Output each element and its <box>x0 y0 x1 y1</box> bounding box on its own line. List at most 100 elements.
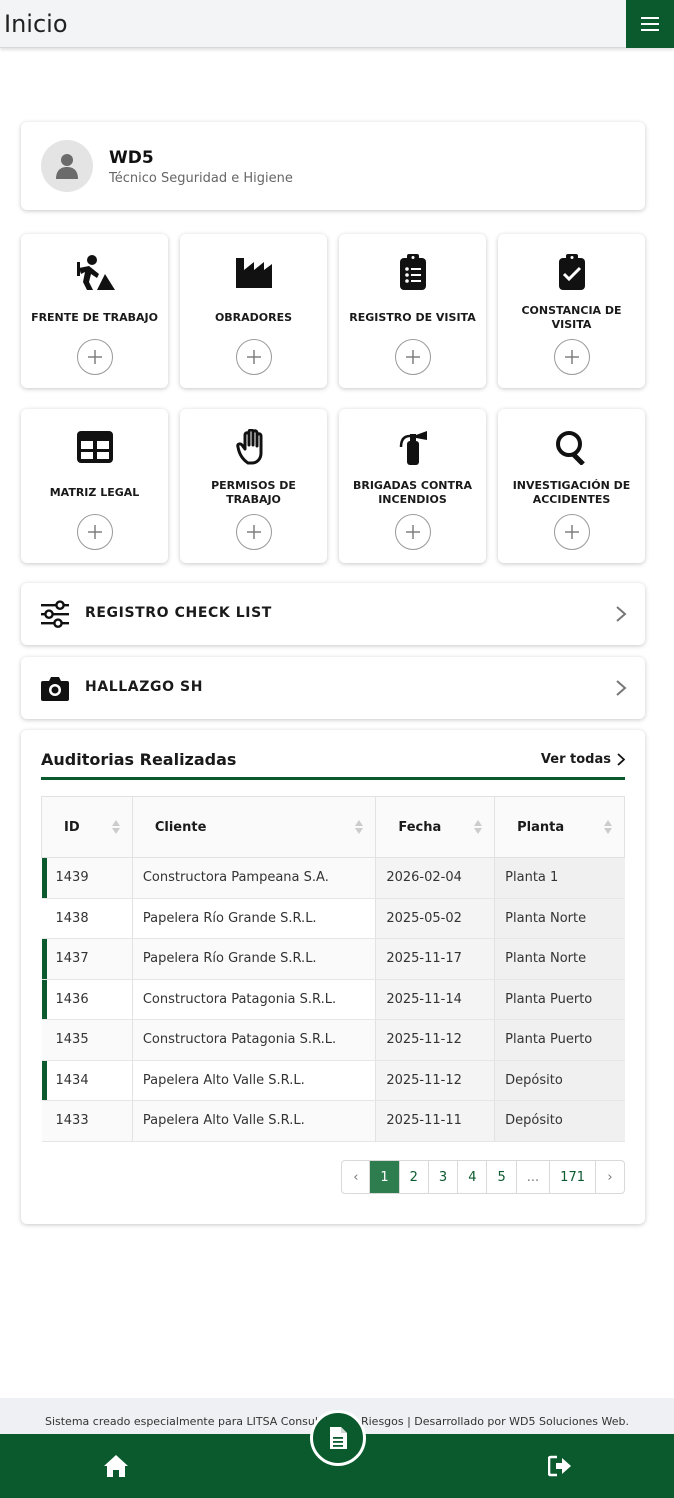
hallazgo-sh-row[interactable]: HALLAZGO SH <box>21 657 645 719</box>
page-prev-button[interactable]: ‹ <box>342 1161 371 1193</box>
tile-brigadas-contra-incendios[interactable]: BRIGADAS CONTRA INCENDIOS <box>339 409 486 563</box>
table-row[interactable]: 1438 Papelera Río Grande S.R.L. 2025-05-… <box>41 898 625 939</box>
user-name: WD5 <box>109 148 154 168</box>
view-all-link[interactable]: Ver todas <box>541 752 625 767</box>
cell-fecha: 2025-11-14 <box>375 979 496 1020</box>
table-row[interactable]: 1435 Constructora Patagonia S.R.L. 2025-… <box>41 1019 625 1061</box>
clipboard-list-icon <box>399 254 426 290</box>
sort-icon <box>355 820 364 834</box>
logout-icon[interactable] <box>548 1455 572 1477</box>
registro-check-list-row[interactable]: REGISTRO CHECK LIST <box>21 583 645 645</box>
plus-icon <box>565 525 579 539</box>
cell-id: 1439 <box>41 857 133 899</box>
page-1-button[interactable]: 1 <box>370 1161 400 1193</box>
column-header-cliente[interactable]: Cliente <box>131 796 377 858</box>
table-row[interactable]: 1433 Papelera Alto Valle S.R.L. 2025-11-… <box>41 1100 625 1142</box>
add-permisos-de-trabajo-button[interactable] <box>236 514 272 550</box>
top-bar: Inicio <box>0 0 674 48</box>
add-obradores-button[interactable] <box>236 339 272 375</box>
table-row[interactable]: 1439 Constructora Pampeana S.A. 2026-02-… <box>41 857 625 899</box>
camera-icon <box>41 677 69 701</box>
audits-card: Auditorias Realizadas Ver todas ID Clien… <box>21 730 645 1224</box>
cell-planta: Planta Puerto <box>494 979 625 1020</box>
tile-frente-de-trabajo[interactable]: FRENTE DE TRABAJO <box>21 234 168 388</box>
page-171-button[interactable]: 171 <box>550 1161 596 1193</box>
cell-planta: Planta Norte <box>494 898 625 939</box>
cell-cliente: Papelera Río Grande S.R.L. <box>132 938 377 980</box>
page-title: Inicio <box>4 10 68 38</box>
pagination: ‹ 1 2 3 4 5 ... 171 › <box>341 1160 625 1194</box>
add-matriz-legal-button[interactable] <box>77 514 113 550</box>
plus-icon <box>406 350 420 364</box>
cell-id: 1434 <box>41 1060 133 1101</box>
add-constancia-de-visita-button[interactable] <box>554 339 590 375</box>
industry-icon <box>235 258 272 288</box>
cell-id: 1437 <box>41 938 133 980</box>
add-brigadas-contra-incendios-button[interactable] <box>395 514 431 550</box>
tile-constancia-de-visita[interactable]: CONSTANCIA DE VISITA <box>498 234 645 388</box>
tile-investigacion-de-accidentes[interactable]: INVESTIGACIÓN DE ACCIDENTES <box>498 409 645 563</box>
cell-cliente: Constructora Patagonia S.R.L. <box>132 1019 377 1061</box>
page-3-button[interactable]: 3 <box>429 1161 459 1193</box>
page-5-button[interactable]: 5 <box>487 1161 517 1193</box>
view-all-label: Ver todas <box>540 752 611 767</box>
tile-registro-de-visita[interactable]: REGISTRO DE VISITA <box>339 234 486 388</box>
add-investigacion-de-accidentes-button[interactable] <box>554 514 590 550</box>
tile-label: PERMISOS DE TRABAJO <box>211 479 296 506</box>
tile-label: BRIGADAS CONTRA INCENDIOS <box>352 479 472 506</box>
column-header-fecha[interactable]: Fecha <box>375 796 496 858</box>
sliders-icon <box>41 600 69 628</box>
fire-extinguisher-icon <box>399 431 427 465</box>
plus-icon <box>565 350 579 364</box>
cell-cliente: Papelera Alto Valle S.R.L. <box>132 1060 377 1101</box>
column-header-planta[interactable]: Planta <box>494 796 625 858</box>
cell-planta: Planta 1 <box>494 857 625 899</box>
cell-id: 1435 <box>41 1019 133 1061</box>
page-2-button[interactable]: 2 <box>400 1161 429 1193</box>
audits-title: Auditorias Realizadas <box>41 750 237 769</box>
cell-planta: Depósito <box>494 1100 625 1142</box>
cell-fecha: 2025-05-02 <box>375 898 496 939</box>
cell-id: 1433 <box>41 1100 133 1142</box>
plus-icon <box>247 525 261 539</box>
column-header-id[interactable]: ID <box>41 796 133 858</box>
home-icon[interactable] <box>103 1454 129 1478</box>
table-icon <box>76 431 113 463</box>
cell-fecha: 2025-11-17 <box>375 938 496 980</box>
sort-icon <box>111 820 120 834</box>
table-row[interactable]: 1437 Papelera Río Grande S.R.L. 2025-11-… <box>41 938 625 980</box>
list-row-label: HALLAZGO SH <box>85 679 204 695</box>
cell-planta: Depósito <box>494 1060 625 1101</box>
sort-icon <box>474 820 483 834</box>
cell-cliente: Papelera Río Grande S.R.L. <box>132 898 377 939</box>
page-4-button[interactable]: 4 <box>458 1161 488 1193</box>
cell-fecha: 2026-02-04 <box>375 857 496 899</box>
hamburger-icon <box>641 17 659 31</box>
cell-fecha: 2025-11-12 <box>375 1019 496 1061</box>
cell-planta: Planta Norte <box>494 938 625 980</box>
user-icon <box>56 154 78 179</box>
tile-matriz-legal[interactable]: MATRIZ LEGAL <box>21 409 168 563</box>
hand-icon <box>235 429 262 465</box>
table-row[interactable]: 1436 Constructora Patagonia S.R.L. 2025-… <box>41 979 625 1020</box>
audits-table: ID Cliente Fecha Planta 1439 Constructor… <box>41 796 625 1142</box>
tile-permisos-de-trabajo[interactable]: PERMISOS DE TRABAJO <box>180 409 327 563</box>
menu-button[interactable] <box>626 0 674 48</box>
page-next-button[interactable]: › <box>596 1161 624 1193</box>
clipboard-check-icon <box>558 254 585 290</box>
table-row[interactable]: 1434 Papelera Alto Valle S.R.L. 2025-11-… <box>41 1060 625 1101</box>
file-icon <box>330 1427 347 1449</box>
profile-card: WD5 Técnico Seguridad e Higiene <box>21 122 645 210</box>
cell-planta: Planta Puerto <box>494 1019 625 1061</box>
worker-icon <box>76 255 115 290</box>
add-registro-de-visita-button[interactable] <box>395 339 431 375</box>
plus-icon <box>247 350 261 364</box>
tile-label: FRENTE DE TRABAJO <box>31 311 158 324</box>
chevron-right-icon <box>616 606 627 622</box>
tile-obradores[interactable]: OBRADORES <box>180 234 327 388</box>
title-underline <box>41 777 625 780</box>
cell-id: 1436 <box>41 979 133 1020</box>
cell-cliente: Constructora Pampeana S.A. <box>132 857 377 899</box>
documents-button[interactable] <box>310 1410 366 1466</box>
add-frente-de-trabajo-button[interactable] <box>77 339 113 375</box>
